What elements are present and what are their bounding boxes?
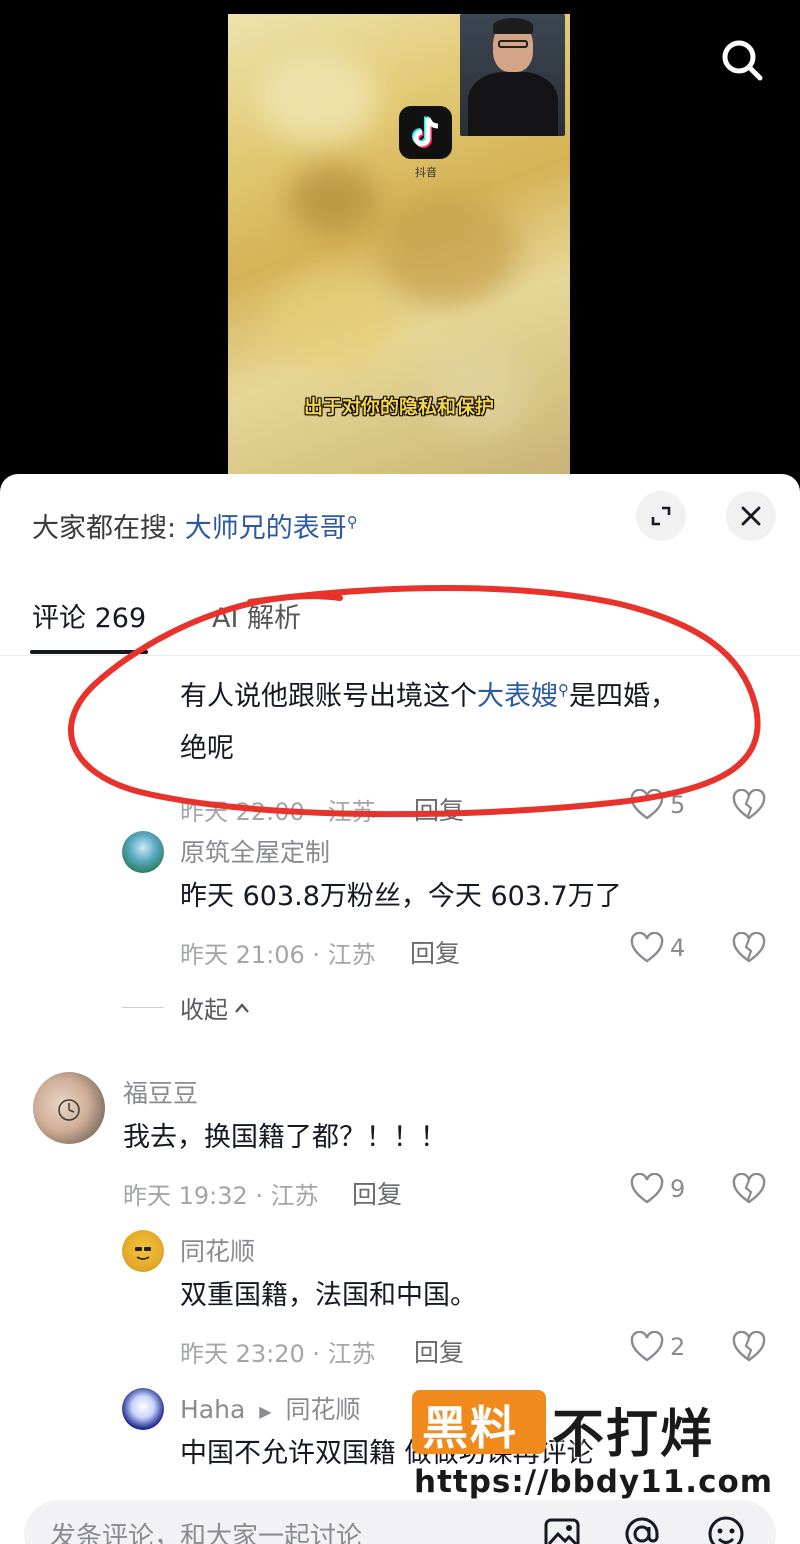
heart-icon — [630, 1173, 664, 1204]
video-subtitle: 出于对你的隐私和保护 — [303, 396, 494, 418]
search-small-icon: ⚲ — [346, 513, 358, 531]
hot-search-prefix: 大家都在搜: — [32, 513, 177, 544]
like-button[interactable]: 2 — [630, 1331, 685, 1363]
watermark-text: 不打烊 — [552, 1405, 715, 1465]
chevron-up-icon — [235, 1002, 249, 1013]
video-player[interactable]: 抖音 出于对你的隐私和保护 — [0, 0, 800, 500]
reply-button[interactable]: 回复 — [414, 1333, 464, 1369]
comment-text: 昨天 603.8万粉丝，今天 603.7万了 — [180, 881, 622, 912]
app-logo-label: 抖音 — [415, 166, 437, 179]
reply-button[interactable]: 回复 — [352, 1175, 402, 1211]
avatar[interactable] — [33, 1072, 105, 1144]
comment-search-link[interactable]: 大表嫂 — [477, 681, 558, 712]
image-icon[interactable] — [540, 1512, 584, 1544]
watermark: 黑料 不打烊 https://bbdy11.com — [412, 1388, 772, 1508]
tab-comments[interactable]: 评论 269 — [32, 596, 146, 635]
heart-icon — [630, 1331, 664, 1362]
comment-meta: 昨天 21:06 · 江苏 — [180, 941, 376, 969]
hot-search-term[interactable]: 大师兄的表哥 — [185, 513, 347, 544]
comment-author[interactable]: Haha ▶ 同花顺 — [180, 1390, 361, 1426]
close-button[interactable] — [726, 491, 776, 541]
comment-reply: 同花顺 双重国籍，法国和中国。 昨天 23:20 · 江苏 回复 2 — [0, 1228, 800, 1368]
avatar[interactable] — [122, 1230, 164, 1272]
comment-text: 我去，换国籍了都？！！！ — [123, 1122, 447, 1153]
reply-to-author[interactable]: 同花顺 — [286, 1395, 361, 1424]
dislike-button[interactable] — [732, 1330, 766, 1367]
tab-bar: 评论 269 AI 解析 — [0, 584, 800, 656]
collapse-replies-button[interactable]: 收起 — [122, 990, 250, 1025]
collapse-label: 收起 — [180, 996, 228, 1024]
comment-sheet: 大家都在搜: 大师兄的表哥⚲ 评论 269 AI 解析 有人说他跟账号出境这个大… — [0, 474, 800, 1544]
tiktok-logo-icon — [399, 106, 452, 159]
like-count: 4 — [670, 934, 686, 962]
comment-text: 有人说他跟账号出境这个大表嫂⚲是四婚， 绝呢 — [180, 681, 677, 764]
at-mention-icon[interactable] — [620, 1512, 664, 1544]
reply-arrow-icon: ▶ — [259, 1401, 272, 1421]
comment-meta: 昨天 23:20 · 江苏 — [180, 1340, 376, 1368]
comment-item: 福豆豆 我去，换国籍了都？！！！ 昨天 19:32 · 江苏 回复 9 — [0, 1072, 800, 1212]
comment-meta: 昨天 19:32 · 江苏 — [123, 1182, 319, 1210]
watermark-url: https://bbdy11.com — [414, 1464, 774, 1500]
comment-author[interactable]: 福豆豆 — [123, 1074, 198, 1110]
comment-input[interactable]: 发条评论，和大家一起讨论 — [50, 1516, 362, 1544]
comment-meta: 昨天 22:00 · 江苏 — [180, 798, 376, 826]
divider — [122, 1007, 164, 1008]
comment-reply: 有人说他跟账号出境这个大表嫂⚲是四婚， 绝呢 昨天 22:00 · 江苏 回复 … — [0, 664, 800, 826]
like-count: 2 — [670, 1333, 686, 1361]
emoji-icon[interactable] — [704, 1512, 748, 1544]
tab-active-indicator — [30, 650, 148, 654]
like-count: 5 — [670, 791, 686, 819]
dislike-button[interactable] — [732, 788, 766, 825]
reply-button[interactable]: 回复 — [410, 934, 460, 970]
comment-author[interactable]: 同花顺 — [180, 1232, 255, 1268]
reply-button[interactable]: 回复 — [414, 791, 464, 827]
dislike-button[interactable] — [732, 1172, 766, 1209]
broken-heart-icon — [732, 1172, 766, 1204]
broken-heart-icon — [732, 1330, 766, 1362]
comment-author[interactable]: 原筑全屋定制 — [180, 833, 330, 869]
picture-in-picture[interactable] — [460, 14, 565, 136]
hot-search[interactable]: 大家都在搜: 大师兄的表哥⚲ — [32, 506, 358, 545]
tab-ai-analysis[interactable]: AI 解析 — [212, 596, 301, 635]
expand-button[interactable] — [636, 491, 686, 541]
avatar[interactable] — [122, 1388, 164, 1430]
heart-icon — [630, 789, 664, 820]
broken-heart-icon — [732, 931, 766, 963]
like-button[interactable]: 5 — [630, 789, 685, 821]
comment-text: 双重国籍，法国和中国。 — [180, 1280, 477, 1311]
like-button[interactable]: 9 — [630, 1173, 685, 1205]
close-icon — [741, 506, 761, 526]
broken-heart-icon — [732, 788, 766, 820]
comment-reply: 原筑全屋定制 昨天 603.8万粉丝，今天 603.7万了 昨天 21:06 ·… — [0, 829, 800, 969]
heart-icon — [630, 932, 664, 963]
search-icon[interactable] — [718, 36, 766, 84]
expand-icon — [651, 506, 671, 526]
like-button[interactable]: 4 — [630, 932, 685, 964]
like-count: 9 — [670, 1175, 686, 1203]
dislike-button[interactable] — [732, 931, 766, 968]
avatar[interactable] — [122, 831, 164, 873]
watermark-logo: 黑料 — [422, 1401, 518, 1455]
